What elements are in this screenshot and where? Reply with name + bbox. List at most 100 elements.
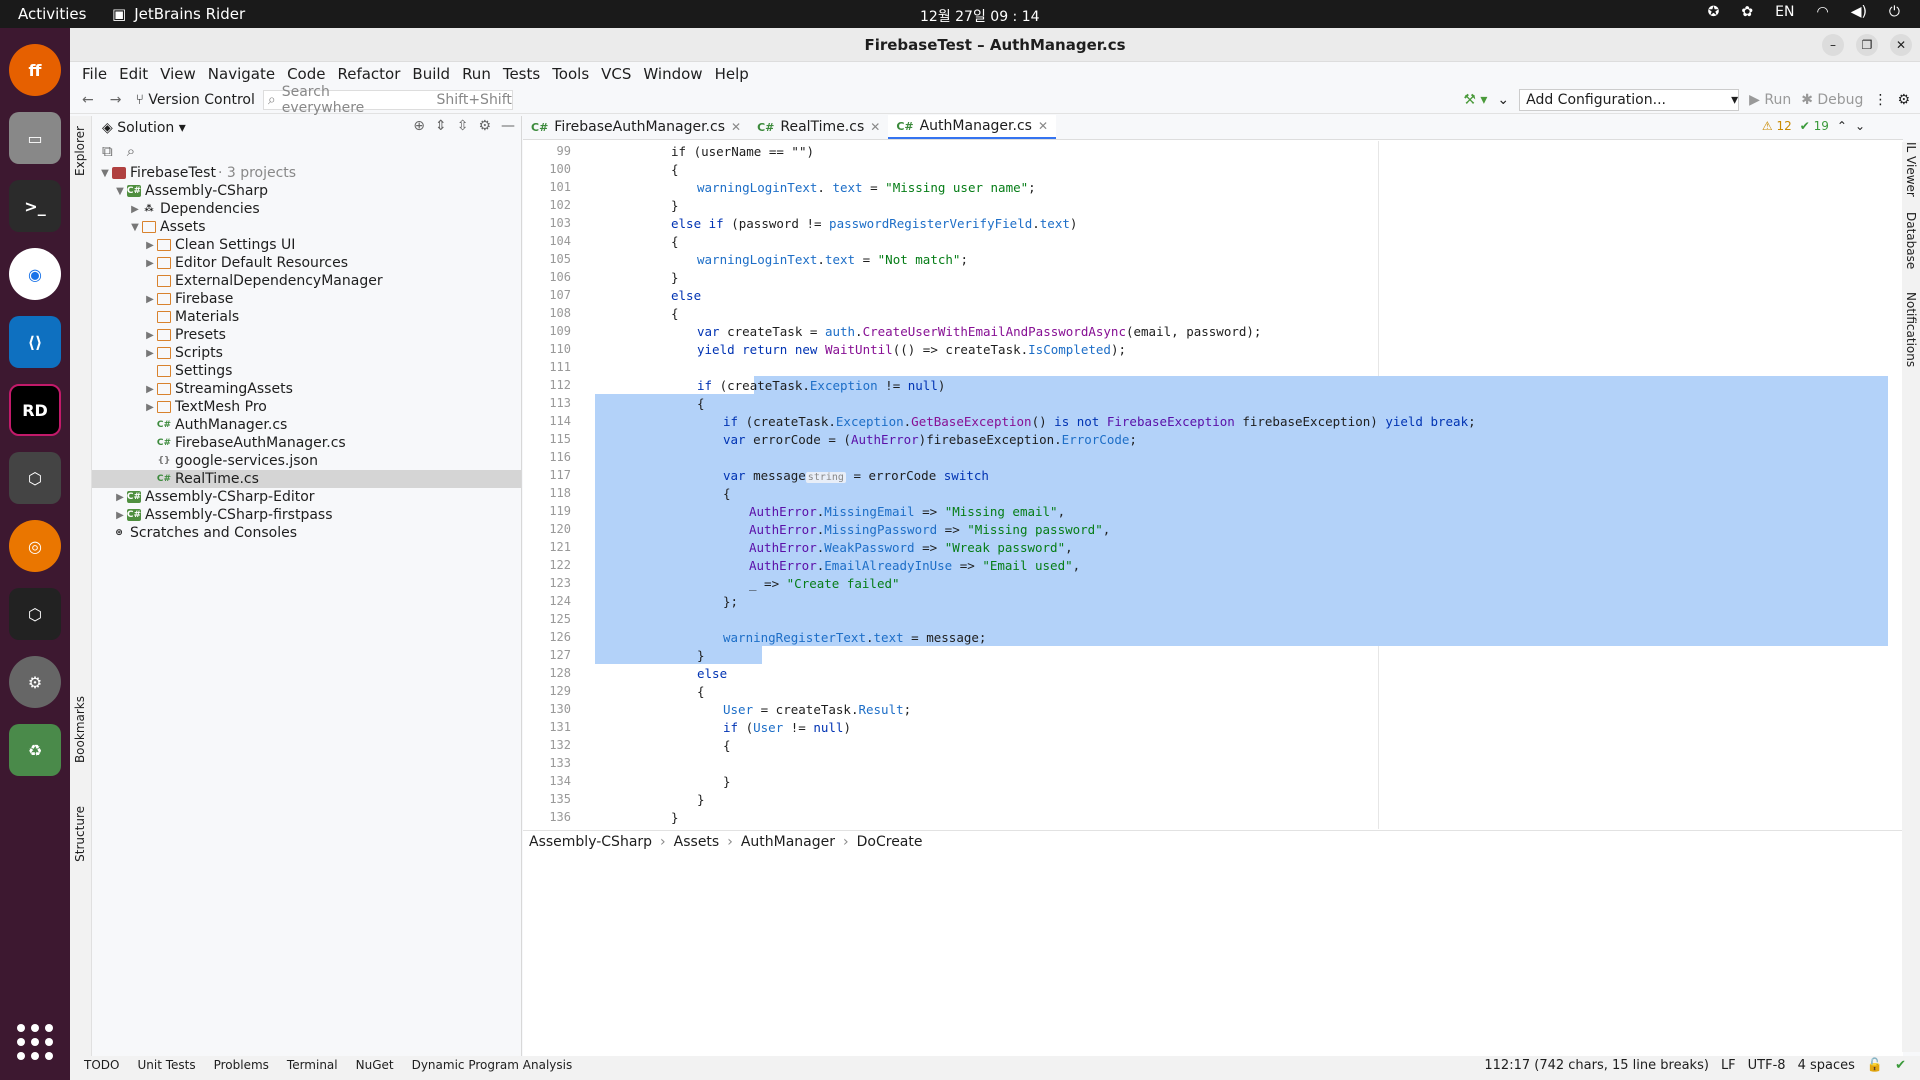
- code-text[interactable]: }: [671, 810, 679, 825]
- line-number[interactable]: 111: [523, 360, 571, 374]
- tree-item[interactable]: ▶ Presets: [92, 326, 521, 344]
- volume-icon[interactable]: ◀): [1851, 4, 1867, 20]
- firefox-icon[interactable]: ff: [9, 44, 61, 96]
- menu-item-help[interactable]: Help: [709, 65, 755, 83]
- line-number[interactable]: 122: [523, 558, 571, 572]
- close-window-button[interactable]: ✕: [1890, 34, 1912, 56]
- expand-arrow-icon[interactable]: ▶: [143, 294, 157, 305]
- line-number[interactable]: 112: [523, 378, 571, 392]
- line-number[interactable]: 129: [523, 684, 571, 698]
- code-text[interactable]: warningLoginText. text = "Missing user n…: [697, 180, 1036, 195]
- code-text[interactable]: var message string = errorCode switch: [723, 468, 989, 483]
- accessibility-icon[interactable]: ✪: [1708, 4, 1720, 20]
- structure-tool-tab[interactable]: Structure: [73, 806, 87, 862]
- expand-arrow-icon[interactable]: ▶: [143, 258, 157, 269]
- code-text[interactable]: {: [697, 396, 705, 411]
- code-text[interactable]: {: [723, 486, 731, 501]
- code-text[interactable]: _ => "Create failed": [749, 576, 900, 591]
- menu-item-file[interactable]: File: [76, 65, 113, 83]
- expand-arrow-icon[interactable]: ▶: [113, 492, 127, 503]
- tool-window-tab[interactable]: TODO: [84, 1058, 119, 1072]
- tree-item[interactable]: C# FirebaseAuthManager.cs: [92, 434, 521, 452]
- tool-window-tab[interactable]: Dynamic Program Analysis: [412, 1058, 573, 1072]
- il-viewer-tab[interactable]: IL Viewer: [1904, 142, 1918, 197]
- code-text[interactable]: }: [671, 270, 679, 285]
- code-text[interactable]: var errorCode = (AuthError)firebaseExcep…: [723, 432, 1137, 447]
- tree-item[interactable]: ▶ ⁂ Dependencies: [92, 200, 521, 218]
- code-text[interactable]: if (userName == ""): [671, 144, 814, 159]
- line-ending[interactable]: LF: [1721, 1058, 1736, 1073]
- tree-item[interactable]: C# RealTime.cs: [92, 470, 521, 488]
- code-text[interactable]: }: [723, 774, 731, 789]
- code-text[interactable]: if (createTask.Exception != null): [697, 378, 945, 393]
- database-tab[interactable]: Database: [1904, 212, 1918, 269]
- app-menu[interactable]: ▣ JetBrains Rider: [112, 5, 245, 23]
- config-arrow-icon[interactable]: ⌄: [1497, 92, 1509, 108]
- editor-tab[interactable]: C# RealTime.cs ✕: [749, 115, 888, 139]
- tree-item[interactable]: ▶ Firebase: [92, 290, 521, 308]
- line-number[interactable]: 135: [523, 792, 571, 806]
- tree-item[interactable]: ▶ Editor Default Resources: [92, 254, 521, 272]
- tree-item[interactable]: ▶ TextMesh Pro: [92, 398, 521, 416]
- line-number[interactable]: 110: [523, 342, 571, 356]
- editor-tab[interactable]: C# AuthManager.cs ✕: [888, 115, 1057, 139]
- expand-arrow-icon[interactable]: ▶: [143, 330, 157, 341]
- editor-tab[interactable]: C# FirebaseAuthManager.cs ✕: [523, 115, 749, 139]
- tree-item[interactable]: ⊛ Scratches and Consoles: [92, 524, 521, 542]
- tree-item[interactable]: ▶ StreamingAssets: [92, 380, 521, 398]
- inspection-indicators[interactable]: ⚠ 12 ✔ 19 ⌃ ⌄: [1762, 119, 1865, 133]
- menu-item-navigate[interactable]: Navigate: [202, 65, 281, 83]
- gear-icon[interactable]: ⚙: [1897, 92, 1910, 108]
- line-number[interactable]: 105: [523, 252, 571, 266]
- system-tray[interactable]: ✪ ✿ EN ◠ ◀) ⏻: [1708, 4, 1900, 20]
- rider-dock-icon[interactable]: RD: [9, 384, 61, 436]
- tree-item[interactable]: ExternalDependencyManager: [92, 272, 521, 290]
- code-text[interactable]: yield return new WaitUntil(() => createT…: [697, 342, 1126, 357]
- code-text[interactable]: }: [697, 648, 705, 663]
- wifi-icon[interactable]: ◠: [1816, 4, 1828, 20]
- line-number[interactable]: 103: [523, 216, 571, 230]
- line-number[interactable]: 124: [523, 594, 571, 608]
- filter-icon[interactable]: ⧉: [102, 142, 113, 160]
- expand-arrow-icon[interactable]: ▶: [143, 402, 157, 413]
- caret-position[interactable]: 112:17 (742 chars, 15 line breaks): [1484, 1058, 1709, 1073]
- hide-icon[interactable]: —: [501, 118, 515, 134]
- line-number[interactable]: 114: [523, 414, 571, 428]
- search-icon[interactable]: ⌕: [127, 142, 135, 160]
- maximize-button[interactable]: ❐: [1856, 34, 1878, 56]
- line-number[interactable]: 116: [523, 450, 571, 464]
- version-control-button[interactable]: ⑂ Version Control: [135, 92, 254, 108]
- unity-hub-icon[interactable]: ⬡: [9, 452, 61, 504]
- code-text[interactable]: else: [697, 666, 727, 681]
- forward-icon[interactable]: →: [110, 92, 122, 108]
- line-number[interactable]: 118: [523, 486, 571, 500]
- power-icon[interactable]: ⏻: [1889, 4, 1900, 20]
- line-number[interactable]: 125: [523, 612, 571, 626]
- chrome-icon[interactable]: ◉: [9, 248, 61, 300]
- trash-icon[interactable]: ♻: [9, 724, 61, 776]
- tree-item[interactable]: ▶ C# Assembly-CSharp-firstpass: [92, 506, 521, 524]
- code-text[interactable]: else if (password != passwordRegisterVer…: [671, 216, 1077, 231]
- line-number[interactable]: 100: [523, 162, 571, 176]
- locate-icon[interactable]: ⊕: [413, 118, 425, 134]
- clock[interactable]: 12월 27일 09 : 14: [920, 6, 1040, 26]
- code-text[interactable]: AuthError.MissingPassword => "Missing pa…: [749, 522, 1110, 537]
- breadcrumb-item[interactable]: Assets: [674, 834, 720, 850]
- code-text[interactable]: else: [671, 288, 701, 303]
- close-tab-icon[interactable]: ✕: [870, 120, 880, 134]
- line-number[interactable]: 128: [523, 666, 571, 680]
- line-number[interactable]: 102: [523, 198, 571, 212]
- tool-window-tab[interactable]: Problems: [214, 1058, 269, 1072]
- tool-window-tab[interactable]: Terminal: [287, 1058, 338, 1072]
- code-text[interactable]: warningRegisterText.text = message;: [723, 630, 986, 645]
- expand-arrow-icon[interactable]: ▼: [113, 186, 127, 197]
- vscode-icon[interactable]: ⟨⟩: [9, 316, 61, 368]
- line-number[interactable]: 119: [523, 504, 571, 518]
- code-text[interactable]: }: [697, 792, 705, 807]
- code-text[interactable]: }: [645, 828, 653, 830]
- line-number[interactable]: 121: [523, 540, 571, 554]
- line-number[interactable]: 117: [523, 468, 571, 482]
- expand-arrow-icon[interactable]: ▼: [128, 222, 142, 233]
- menu-item-view[interactable]: View: [154, 65, 202, 83]
- build-hammer-icon[interactable]: ⚒ ▾: [1463, 92, 1487, 108]
